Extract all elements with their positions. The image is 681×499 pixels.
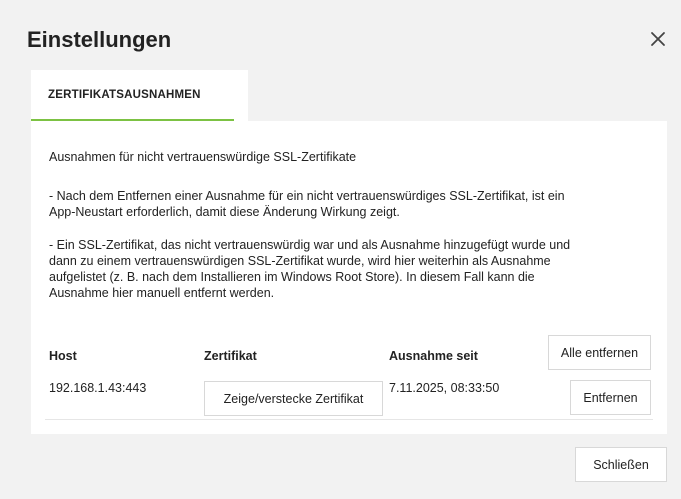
tab-zertifikatsausnahmen[interactable]: ZERTIFIKATSAUSNAHMEN <box>31 70 248 121</box>
section-heading: Ausnahmen für nicht vertrauenswürdige SS… <box>49 150 357 164</box>
settings-dialog: Einstellungen ZERTIFIKATSAUSNAHMEN Ausna… <box>0 0 681 499</box>
row-divider <box>45 419 653 420</box>
column-header-certificate: Zertifikat <box>204 349 257 363</box>
close-button[interactable]: Schließen <box>575 447 667 482</box>
trusted-note-line: Ausnahme hier manuell entfernt werden. <box>49 286 275 300</box>
certificate-exceptions-panel: Ausnahmen für nicht vertrauenswürdige SS… <box>31 121 667 434</box>
dialog-title: Einstellungen <box>27 27 172 52</box>
restart-note-line: - Nach dem Entfernen einer Ausnahme für … <box>49 189 565 203</box>
toggle-certificate-button[interactable]: Zeige/verstecke Zertifikat <box>204 381 383 416</box>
remove-button[interactable]: Entfernen <box>570 380 651 415</box>
trusted-note-line: - Ein SSL-Zertifikat, das nicht vertraue… <box>49 238 571 252</box>
since-cell: 7.11.2025, 08:33:50 <box>389 381 500 395</box>
restart-note-line: App-Neustart erforderlich, damit diese Ä… <box>49 205 400 219</box>
tab-label: ZERTIFIKATSAUSNAHMEN <box>48 89 201 101</box>
trusted-note-line: aufgelistet (z. B. nach dem Installieren… <box>49 270 535 284</box>
restart-note: - Nach dem Entfernen einer Ausnahme für … <box>49 188 649 220</box>
column-header-since: Ausnahme seit <box>389 349 478 363</box>
close-icon[interactable] <box>648 29 668 49</box>
column-header-host: Host <box>49 349 77 363</box>
remove-all-button[interactable]: Alle entfernen <box>548 335 651 370</box>
trusted-note: - Ein SSL-Zertifikat, das nicht vertraue… <box>49 237 655 301</box>
trusted-note-line: dann zu einem vertrauenswürdigen SSL-Zer… <box>49 254 551 268</box>
host-cell: 192.168.1.43:443 <box>49 381 147 395</box>
